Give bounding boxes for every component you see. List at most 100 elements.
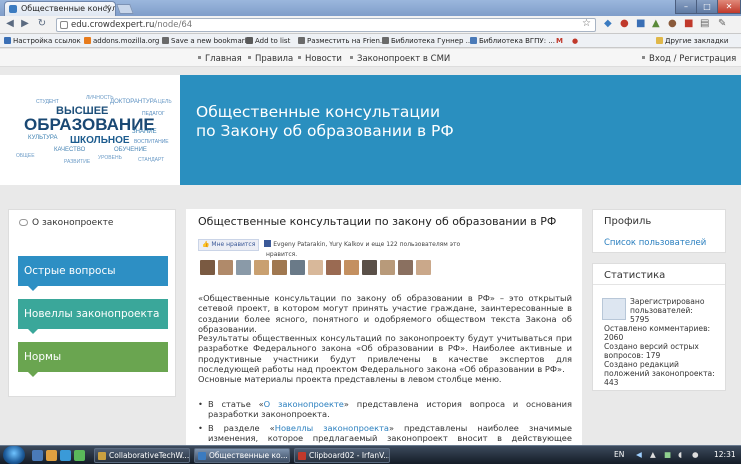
word-cloud-logo[interactable]: ВЫСШЕЕ ОБРАЗОВАНИЕ ШКОЛЬНОЕ КУЛЬТУРА КАЧ… — [14, 95, 180, 177]
sidebar-heading[interactable]: О законопроекте — [19, 218, 113, 228]
avatar[interactable] — [380, 260, 395, 275]
language-indicator[interactable]: EN — [614, 448, 624, 462]
quick-launch-icon[interactable] — [74, 450, 85, 461]
site-title-line: Общественные консультации — [196, 103, 441, 121]
avatar[interactable] — [308, 260, 323, 275]
minimize-button[interactable]: – — [675, 0, 697, 14]
stat-line: Оставлено комментариев: — [604, 324, 711, 333]
browser-tab[interactable]: Общественные консульт... ✕ — [4, 1, 116, 16]
avatar[interactable] — [254, 260, 269, 275]
tray-icon[interactable]: ● — [692, 448, 699, 462]
avatar[interactable] — [218, 260, 233, 275]
bookmark-icon[interactable]: ● — [572, 36, 578, 46]
cloud-word: УРОВЕНЬ — [98, 155, 122, 161]
top-navigation: Главная Правила Новости Законопроект в С… — [0, 49, 741, 67]
avatar[interactable] — [326, 260, 341, 275]
volume-icon[interactable]: ◖ — [678, 448, 682, 462]
page-menu-icon[interactable]: ▤ — [700, 18, 709, 29]
taskbar-item[interactable]: Clipboard02 - IrfanV... — [294, 448, 390, 463]
bookmark-item[interactable]: Add to list — [246, 36, 290, 46]
extension-icon[interactable]: ▲ — [652, 18, 660, 29]
avatar[interactable] — [362, 260, 377, 275]
avatar[interactable] — [416, 260, 431, 275]
clock[interactable]: 12:31 — [714, 448, 736, 462]
bookmark-item[interactable]: Библиотека Гуннер ... — [382, 36, 472, 46]
avatar[interactable] — [344, 260, 359, 275]
bookmark-item[interactable]: Настройка ссылок — [4, 36, 81, 46]
profile-heading: Профиль — [604, 216, 652, 227]
link-about-bill[interactable]: О законопроекте — [264, 399, 344, 409]
show-desktop-icon[interactable] — [32, 450, 43, 461]
bookmark-label: Save a new bookmark — [171, 37, 249, 45]
extension-icon[interactable]: ● — [620, 18, 629, 29]
forward-arrow-icon[interactable]: ▶ — [19, 18, 31, 30]
bookmark-label: Библиотека Гуннер ... — [391, 37, 473, 45]
avatar[interactable] — [200, 260, 215, 275]
gmail-icon[interactable]: M — [556, 36, 563, 46]
stat-line: 443 — [604, 378, 619, 387]
tray-icon[interactable]: ◀ — [636, 448, 642, 462]
nav-link-news[interactable]: Новости — [298, 54, 342, 64]
login-link[interactable]: Вход / Регистрация — [642, 54, 736, 64]
avatar[interactable] — [290, 260, 305, 275]
avatar[interactable] — [236, 260, 251, 275]
stat-line: Зарегистрировано — [630, 297, 705, 306]
taskbar-item[interactable]: Общественные ко... — [194, 448, 290, 463]
site-title[interactable]: Общественные консультации по Закону об о… — [196, 103, 454, 141]
bookmark-item[interactable]: Библиотека ВГПУ: ... — [470, 36, 555, 46]
taskbar-item-label: Clipboard02 - IrfanV... — [309, 451, 390, 460]
bookmark-label: Настройка ссылок — [13, 37, 81, 45]
divider — [593, 284, 725, 285]
network-icon[interactable]: ■ — [664, 448, 671, 462]
bookmark-icon — [298, 37, 305, 44]
extension-icon[interactable]: ■ — [636, 18, 645, 29]
address-bar[interactable]: edu.crowdexpert.ru/node/64 — [56, 18, 596, 32]
like-button-label: Мне нравится — [211, 241, 256, 248]
back-arrow-icon[interactable]: ◀ — [4, 18, 16, 30]
start-button[interactable] — [3, 446, 25, 464]
like-button[interactable]: 👍 Мне нравится — [198, 239, 260, 251]
avatar[interactable] — [272, 260, 287, 275]
bookmark-item[interactable]: Save a new bookmark — [162, 36, 249, 46]
speech-bubble-icon — [19, 219, 28, 226]
tray-icon[interactable]: ▲ — [650, 448, 656, 462]
close-window-button[interactable]: ✕ — [717, 0, 741, 14]
taskbar-item[interactable]: CollaborativeTechW... — [94, 448, 190, 463]
bookmark-item[interactable]: addons.mozilla.org — [84, 36, 159, 46]
liker-avatars — [200, 260, 434, 276]
chrome-icon — [198, 452, 206, 460]
other-bookmarks[interactable]: Другие закладки — [656, 36, 728, 46]
users-list-link[interactable]: Список пользователей — [604, 238, 706, 248]
wrench-icon[interactable]: ✎ — [718, 18, 726, 29]
new-tab-button[interactable] — [116, 4, 134, 14]
statistics-heading: Статистика — [604, 270, 666, 281]
close-tab-icon[interactable]: ✕ — [104, 3, 111, 12]
bookmark-label: Другие закладки — [665, 37, 729, 45]
tab-strip: Общественные консульт... ✕ – □ ✕ — [0, 0, 741, 16]
extension-icon[interactable]: ● — [668, 18, 677, 29]
taskbar-item-label: CollaborativeTechW... — [109, 451, 190, 460]
stat-line: положений законопроекта: — [604, 369, 715, 378]
sidebar-button-hot-questions[interactable]: Острые вопросы — [18, 256, 168, 291]
article-title: Общественные консультации по закону об о… — [198, 215, 557, 228]
nav-link-home[interactable]: Главная — [198, 54, 242, 64]
nav-link-media[interactable]: Законопроект в СМИ — [350, 54, 450, 64]
stat-line: 2060 — [604, 333, 624, 342]
quick-launch-icon[interactable] — [46, 450, 57, 461]
reload-icon[interactable]: ↻ — [36, 18, 48, 30]
star-icon[interactable]: ☆ — [582, 18, 591, 29]
maximize-button[interactable]: □ — [696, 0, 718, 14]
bookmarks-bar: Настройка ссылок addons.mozilla.org Save… — [0, 34, 741, 48]
list-text: В разделе « — [208, 422, 275, 433]
sidebar-button-norms[interactable]: Нормы — [18, 342, 168, 377]
bookmark-item[interactable]: Разместить на Frien... — [298, 36, 387, 46]
extension-icon[interactable]: ◆ — [604, 18, 612, 29]
extension-icon[interactable]: ■ — [684, 18, 693, 29]
cloud-word: ДОКТОРАНТУРА — [110, 99, 158, 105]
nav-link-rules[interactable]: Правила — [248, 54, 293, 64]
link-novelties[interactable]: Новеллы законопроекта — [275, 423, 389, 433]
avatar[interactable] — [398, 260, 413, 275]
sidebar-button-novelties[interactable]: Новеллы законопроекта — [18, 299, 168, 334]
materials-list: В статье «О законопроекте» представлена … — [198, 399, 572, 445]
quick-launch-icon[interactable] — [60, 450, 71, 461]
